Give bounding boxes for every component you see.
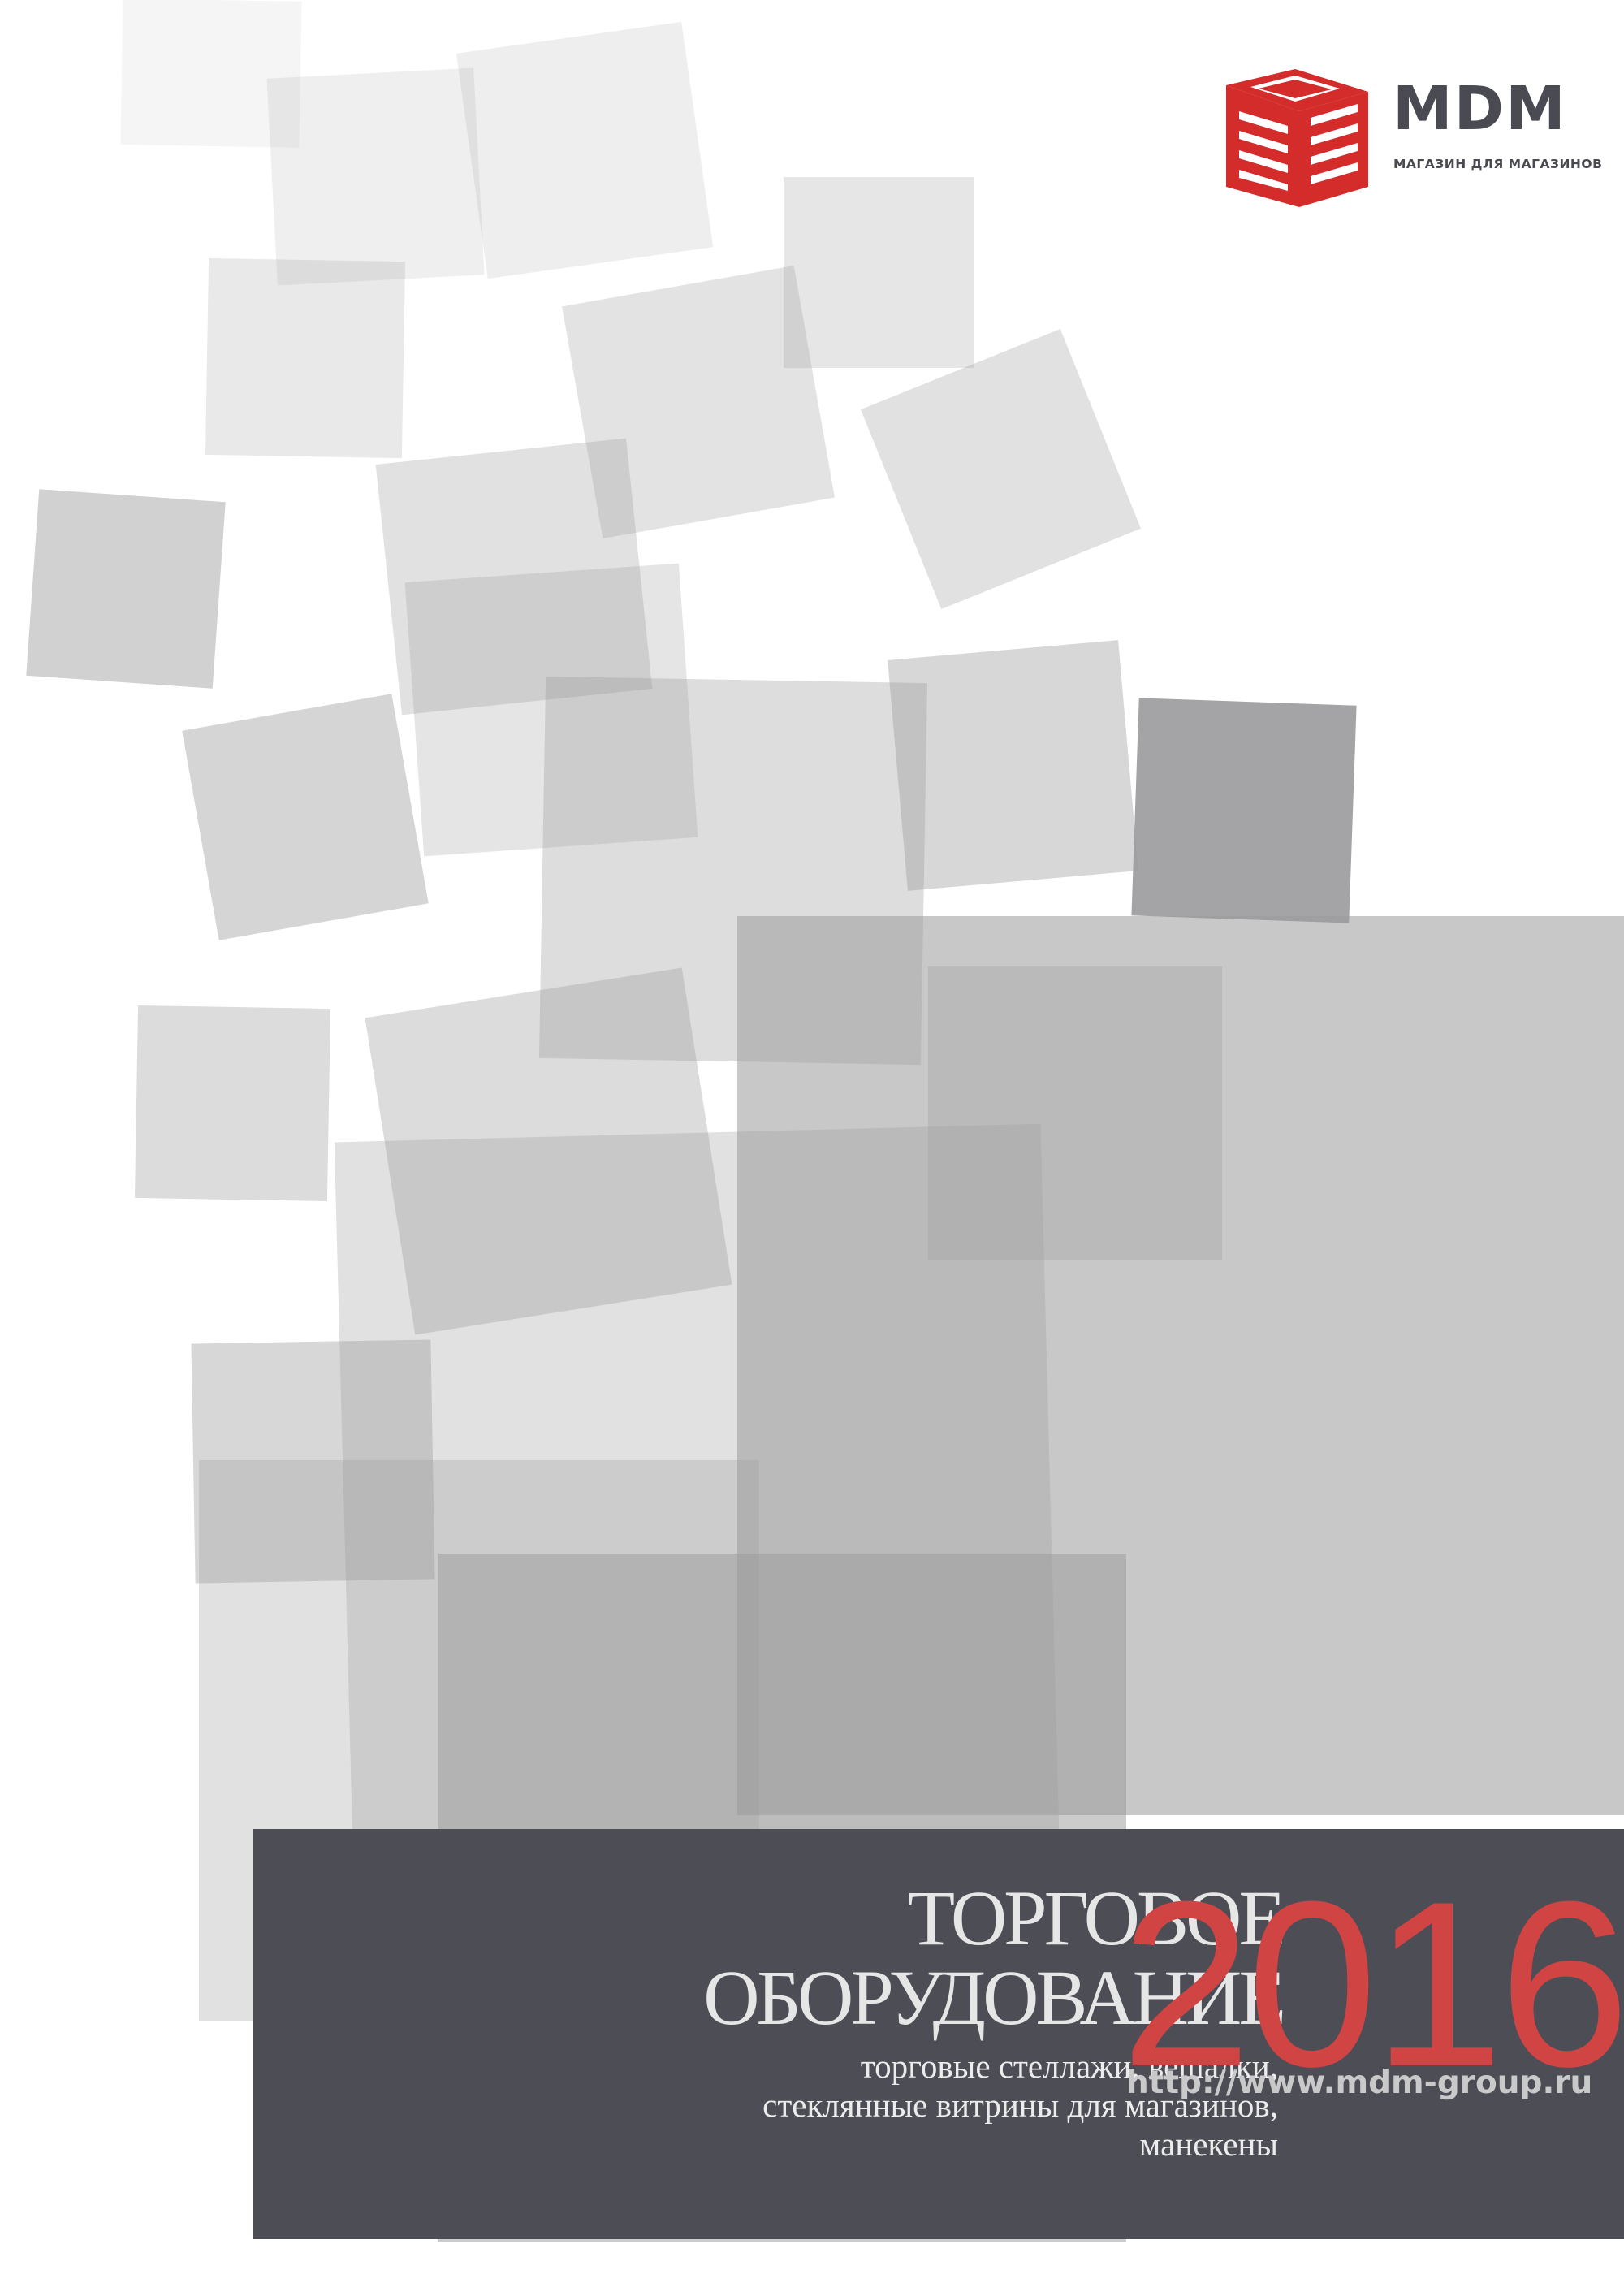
website-link[interactable]: http://www.mdm-group.ru xyxy=(1126,2065,1592,2101)
mdm-cube-logo-icon xyxy=(1226,69,1368,207)
decorative-square xyxy=(134,1005,331,1202)
logo-tagline: МАГАЗИН ДЛЯ МАГАЗИНОВ xyxy=(1393,157,1603,171)
logo-name: MDM xyxy=(1393,74,1567,144)
decorative-square xyxy=(26,489,226,689)
decorative-square xyxy=(888,640,1138,891)
decorative-square xyxy=(182,694,429,940)
decorative-square xyxy=(205,257,406,459)
mdm-logo: MDM МАГАЗИН ДЛЯ МАГАЗИНОВ xyxy=(1226,69,1603,207)
decorative-square xyxy=(784,177,974,368)
decorative-square xyxy=(456,21,714,279)
decorative-square xyxy=(1131,698,1357,923)
cover-panel: ТОРГОВОЕ ОБОРУДОВАНИЕ торговые стеллажи,… xyxy=(253,1829,1624,2239)
decorative-square xyxy=(861,329,1141,609)
decorative-square xyxy=(266,67,485,286)
